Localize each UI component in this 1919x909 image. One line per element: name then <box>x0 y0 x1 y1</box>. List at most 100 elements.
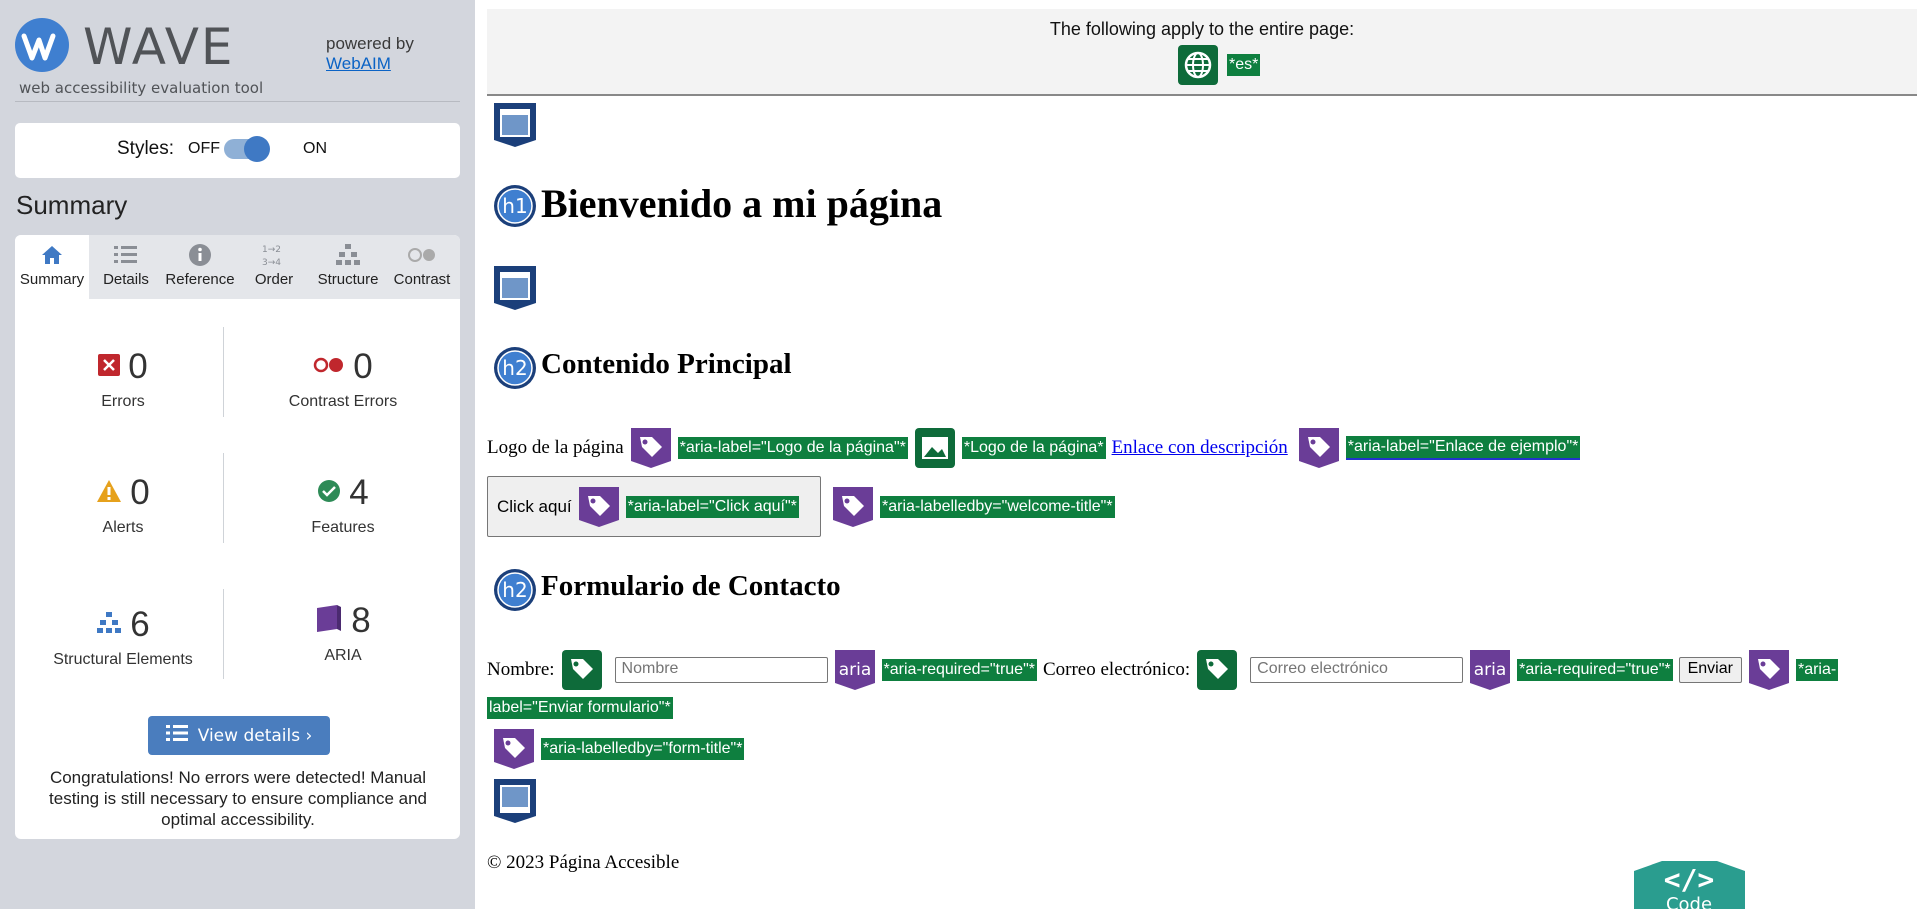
header-region-icon[interactable] <box>493 102 537 153</box>
styles-label: Styles: <box>117 138 175 159</box>
contrast-error-icon <box>313 356 345 379</box>
page-footer: © 2023 Página Accesible <box>487 852 680 873</box>
banner-icons: *es* <box>1177 44 1261 86</box>
panel-tabs: Summary Details Reference 1→23→4 Order <box>15 235 460 299</box>
tab-label: Order <box>254 271 294 288</box>
stat-errors[interactable]: 0 Errors <box>33 347 213 411</box>
code-panel-tab[interactable]: </> Code <box>1632 857 1747 909</box>
tab-summary[interactable]: Summary <box>15 235 89 299</box>
aria-count: 8 <box>351 601 371 640</box>
aria-icon-text: aria <box>1474 660 1507 680</box>
page-h2-form: Formulario de Contacto <box>541 570 841 602</box>
tab-order[interactable]: 1→2 3→4 Order <box>237 235 311 299</box>
correo-input[interactable]: Correo electrónico <box>1250 657 1464 683</box>
form-label-icon[interactable] <box>561 649 603 691</box>
aria-label-tag-icon[interactable] <box>578 486 620 528</box>
wave-logo-subtitle: web accessibility evaluation tool <box>19 79 264 97</box>
aria-label-enviar-tag-start: *aria- <box>1795 659 1839 681</box>
labelledby-form-row: *aria-labelledby="form-title"* <box>493 728 745 770</box>
contrast-label: Contrast Errors <box>288 393 398 410</box>
features-label: Features <box>311 519 375 536</box>
divider <box>223 589 224 679</box>
heading-h2-icon[interactable]: h2 <box>493 568 537 617</box>
aria-icon[interactable]: aria <box>834 649 876 691</box>
feature-check-icon <box>317 479 341 508</box>
aria-label: ARIA <box>324 647 362 664</box>
aria-required-tag: *aria-required="true"* <box>1517 659 1673 681</box>
webaim-link[interactable]: WebAIM <box>326 54 414 74</box>
page-h2-main: Contenido Principal <box>541 348 792 380</box>
enviar-button[interactable]: Enviar <box>1678 657 1742 683</box>
content-row-logo: Logo de la página *aria-label="Logo de l… <box>487 427 1581 469</box>
footer-region-icon[interactable] <box>493 778 537 829</box>
errors-label: Errors <box>101 393 145 410</box>
view-details-button[interactable]: View details › <box>148 716 330 755</box>
alert-icon <box>96 479 122 508</box>
aria-labelledby-form-tag: *aria-labelledby="form-title"* <box>541 738 745 760</box>
stat-alerts[interactable]: 0 Alerts <box>33 473 213 537</box>
info-icon <box>163 235 237 269</box>
tab-label: Contrast <box>393 271 451 288</box>
stat-structural[interactable]: 6 Structural Elements <box>33 605 213 669</box>
aria-labelledby-welcome-tag: *aria-labelledby="welcome-title"* <box>880 496 1115 518</box>
contrast-count: 0 <box>353 347 373 386</box>
stat-features[interactable]: 4 Features <box>238 473 448 537</box>
heading-h2-icon[interactable]: h2 <box>493 346 537 395</box>
summary-panel: Summary Details Reference 1→23→4 Order <box>15 235 460 839</box>
tab-structure[interactable]: Structure <box>311 235 385 299</box>
aria-required-tag: *aria-required="true"* <box>881 659 1037 681</box>
divider <box>223 327 224 417</box>
aria-labelledby-tag-icon[interactable] <box>493 728 535 770</box>
svg-text:1→2: 1→2 <box>262 245 281 255</box>
nombre-label: Nombre: <box>487 659 555 680</box>
powered-by: powered by WebAIM <box>326 34 414 74</box>
features-count: 4 <box>349 473 369 512</box>
tab-label: Summary <box>19 271 85 288</box>
home-icon <box>15 235 89 269</box>
heading-h1-icon[interactable]: h1 <box>493 184 537 233</box>
aria-icon[interactable]: aria <box>1469 649 1511 691</box>
correo-label: Correo electrónico: <box>1042 659 1191 680</box>
order-icon: 1→2 3→4 <box>237 235 311 269</box>
contrast-icon <box>385 235 459 269</box>
structure-icon <box>96 611 122 640</box>
evaluated-page: The following apply to the entire page: … <box>475 0 1919 909</box>
aria-labelledby-tag-icon[interactable] <box>832 486 874 528</box>
wave-logo-text: WAVE <box>83 18 235 76</box>
form-label-icon[interactable] <box>1196 649 1238 691</box>
description-link[interactable]: Enlace con descripción <box>1112 437 1288 459</box>
list-icon <box>89 235 163 269</box>
h2-icon-text: h2 <box>502 578 527 602</box>
logo-image-alt: Logo de la página <box>487 437 624 458</box>
congrats-message: Congratulations! No errors were detected… <box>49 768 427 829</box>
aria-label-tag-icon[interactable] <box>1748 649 1790 691</box>
list-icon <box>165 724 188 747</box>
structural-label: Structural Elements <box>53 651 193 668</box>
toggle-on-label: ON <box>303 140 327 157</box>
stat-aria[interactable]: 8 ARIA <box>238 601 448 665</box>
summary-title: Summary <box>16 190 128 220</box>
language-globe-icon[interactable] <box>1177 44 1219 86</box>
view-details-label: View details › <box>197 725 313 746</box>
aria-label-enviar-tag-end: label="Enviar formulario"* <box>487 697 673 719</box>
tab-label: Structure <box>317 271 379 288</box>
tab-label: Details <box>103 271 149 288</box>
styles-toggle[interactable] <box>224 136 270 162</box>
aria-book-icon <box>315 604 343 639</box>
tab-contrast[interactable]: Contrast <box>385 235 459 299</box>
alt-image-icon[interactable] <box>914 427 956 469</box>
stat-contrast-errors[interactable]: 0 Contrast Errors <box>238 347 448 411</box>
click-here-button[interactable]: Click aquí *aria-label="Click aquí"* <box>487 476 821 537</box>
aria-label-tag-icon[interactable] <box>1298 427 1340 469</box>
labelledby-welcome-row: *aria-labelledby="welcome-title"* <box>832 486 1115 528</box>
tab-reference[interactable]: Reference <box>163 235 237 299</box>
contact-form-row: Nombre: Nombre aria *aria-required="true… <box>487 649 1839 691</box>
nombre-input[interactable]: Nombre <box>614 657 828 683</box>
error-icon <box>98 353 121 381</box>
main-region-icon[interactable] <box>493 265 537 316</box>
tab-details[interactable]: Details <box>89 235 163 299</box>
click-here-label: Click aquí <box>497 496 572 516</box>
h1-icon-text: h1 <box>502 194 527 218</box>
aria-label-tag-icon[interactable] <box>630 427 672 469</box>
code-glyph: </> <box>1664 863 1715 896</box>
